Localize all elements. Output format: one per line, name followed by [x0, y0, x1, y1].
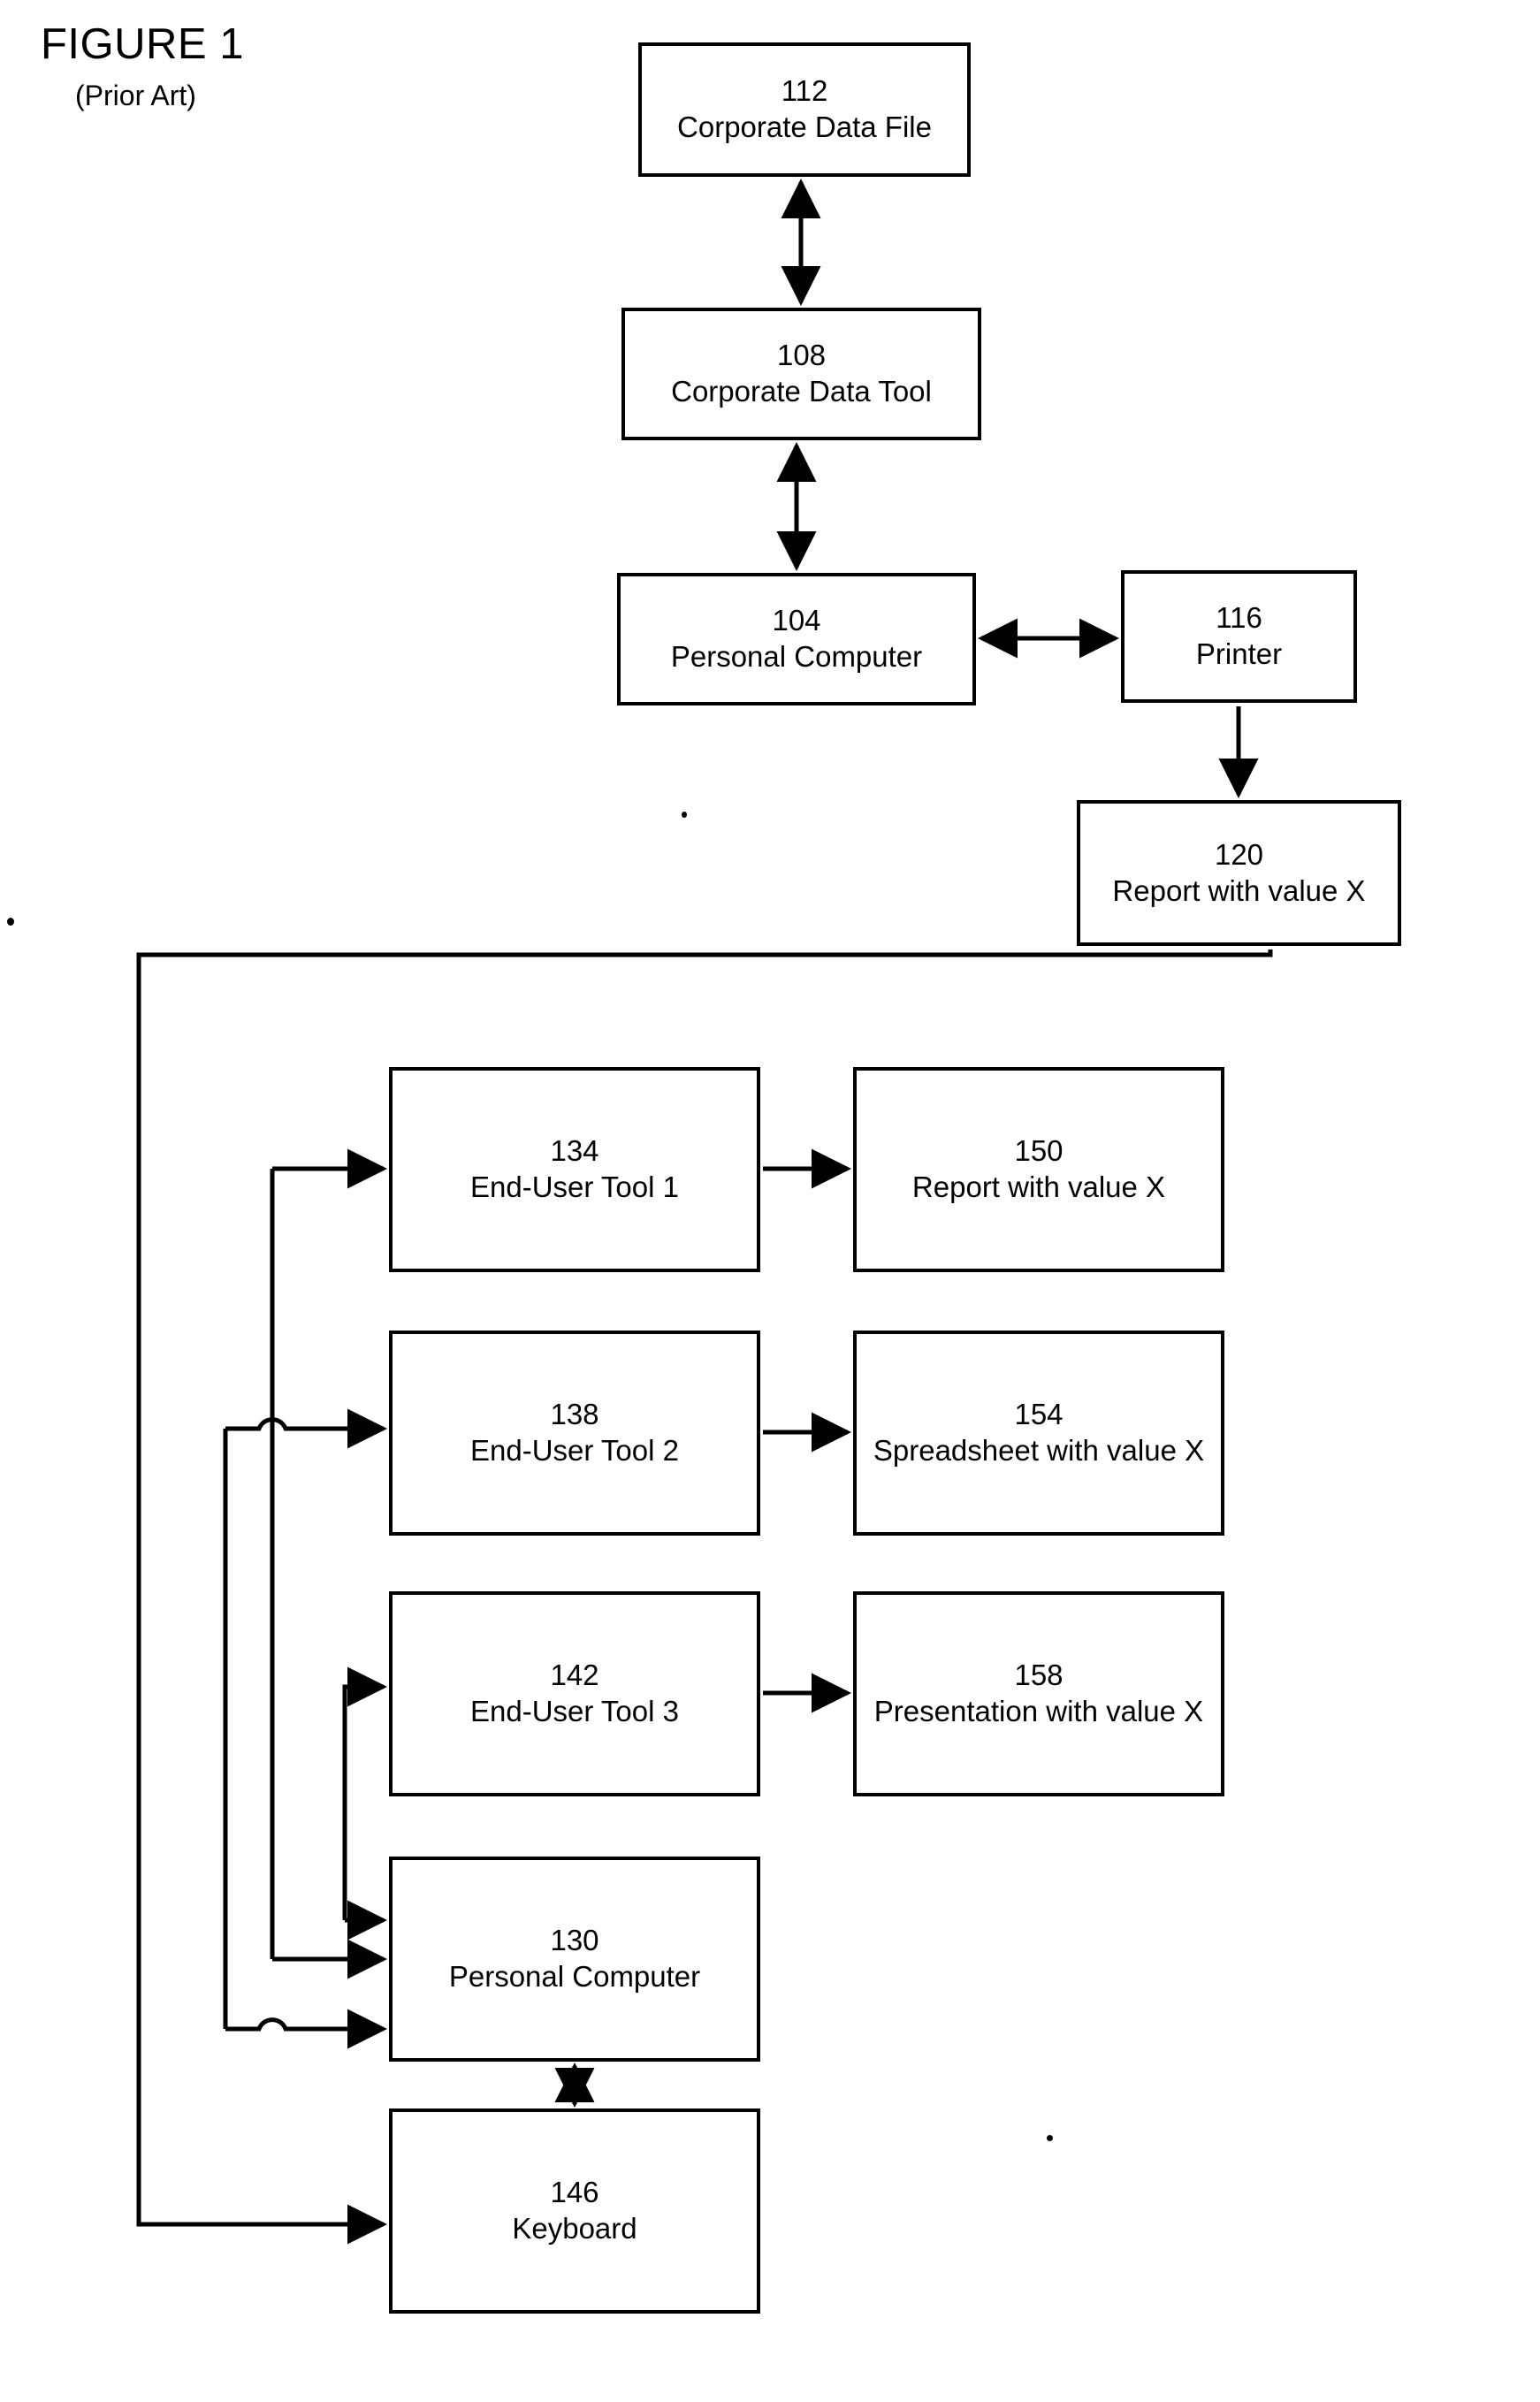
connector-120-138	[225, 1408, 388, 1449]
node-130-ref: 130	[550, 1924, 599, 1957]
node-142-label: End-User Tool 3	[469, 1695, 679, 1727]
node-154-label: Spreadsheet with value X	[873, 1434, 1205, 1467]
node-104-label: Personal Computer	[670, 640, 923, 673]
figure-page: FIGURE 1 (Prior Art) 112 Corporate Data …	[0, 0, 1540, 2402]
node-154-ref: 154	[1014, 1398, 1064, 1431]
node-108: 108 Corporate Data Tool	[621, 308, 981, 440]
node-146-ref: 146	[550, 2176, 599, 2209]
node-150-label: Report with value X	[911, 1170, 1166, 1203]
node-134-ref: 134	[550, 1134, 599, 1168]
node-138-ref: 138	[550, 1398, 599, 1431]
node-154: 154 Spreadsheet with value X	[853, 1331, 1224, 1536]
node-116: 116 Printer	[1121, 570, 1357, 703]
node-150: 150 Report with value X	[853, 1067, 1224, 1272]
node-120: 120 Report with value X	[1077, 800, 1401, 946]
node-138-label: End-User Tool 2	[469, 1434, 679, 1467]
node-120-ref: 120	[1214, 837, 1264, 871]
node-104: 104 Personal Computer	[617, 573, 976, 705]
node-150-ref: 150	[1014, 1134, 1064, 1168]
node-108-label: Corporate Data Tool	[671, 375, 932, 408]
node-120-label: Report with value X	[1112, 873, 1366, 907]
node-158-label: Presentation with value X	[873, 1695, 1204, 1727]
node-158-ref: 158	[1014, 1659, 1064, 1692]
node-116-ref: 116	[1216, 601, 1262, 635]
node-112: 112 Corporate Data File	[638, 42, 971, 177]
node-104-ref: 104	[772, 604, 821, 637]
node-112-ref: 112	[781, 74, 828, 108]
node-134-label: End-User Tool 1	[469, 1170, 679, 1203]
node-158: 158 Presentation with value X	[853, 1591, 1224, 1796]
node-142-ref: 142	[550, 1659, 599, 1692]
node-108-ref: 108	[776, 339, 827, 372]
scan-speck	[1047, 2135, 1053, 2141]
node-116-label: Printer	[1195, 637, 1283, 670]
connector-120-130-lower	[225, 2009, 388, 2049]
node-146: 146 Keyboard	[389, 2108, 760, 2314]
scan-speck	[682, 812, 687, 818]
scan-speck	[7, 918, 14, 926]
node-112-label: Corporate Data File	[677, 111, 932, 143]
node-130: 130 Personal Computer	[389, 1857, 760, 2062]
connector-130-142	[342, 1666, 388, 1920]
node-134: 134 End-User Tool 1	[389, 1067, 760, 1272]
node-142: 142 End-User Tool 3	[389, 1591, 760, 1796]
node-130-label: Personal Computer	[448, 1960, 701, 1993]
node-146-label: Keyboard	[512, 2212, 637, 2245]
node-138: 138 End-User Tool 2	[389, 1331, 760, 1536]
